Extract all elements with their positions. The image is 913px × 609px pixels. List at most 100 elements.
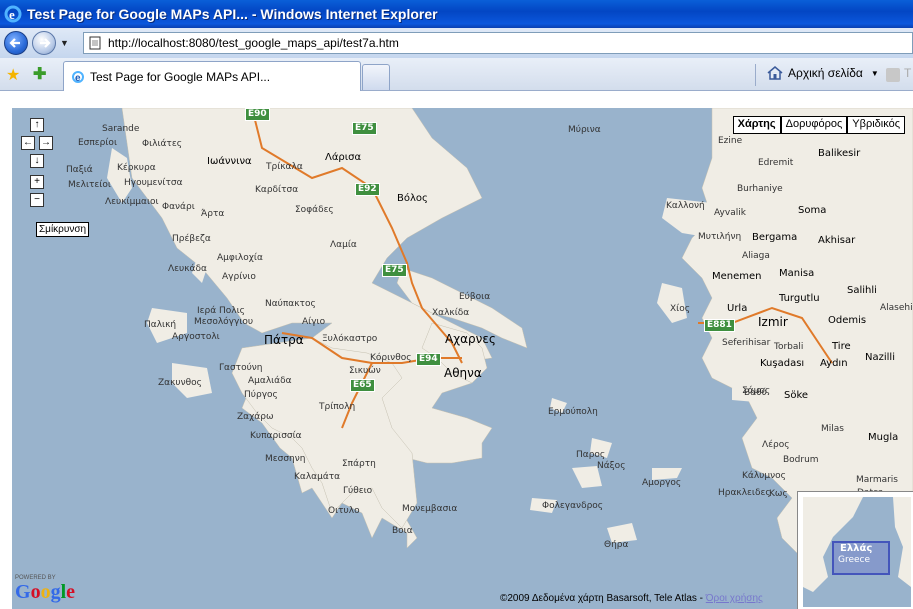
map-label: Milas [821, 424, 844, 434]
map-label: Αθηνα [444, 366, 482, 380]
map-label: Ηρακλειδες [718, 488, 771, 498]
address-toolbar: ▼ http://localhost:8080/test_google_maps… [0, 28, 913, 58]
map-label: Ιερά Πολις [197, 306, 245, 316]
map-label: Menemen [712, 271, 762, 282]
map-label: Καλαμάτα [294, 472, 341, 482]
home-dropdown-icon[interactable]: ▼ [871, 69, 879, 78]
pan-left-button[interactable]: ← [21, 136, 35, 150]
page-icon [89, 36, 101, 50]
toolbar-overflow-label: Τ [904, 66, 912, 80]
overview-label-greece: Greece [838, 555, 871, 565]
google-map[interactable]: E90 E75 E92 E75 E94 E65 E881 Sarande Εσπ… [12, 108, 913, 609]
address-text: http://localhost:8080/test_google_maps_a… [108, 36, 399, 50]
map-label: Βαθύ [744, 388, 767, 398]
home-button[interactable]: Αρχική σελίδα ▼ [766, 64, 879, 82]
favorites-star-icon[interactable]: ★ [6, 65, 20, 85]
map-type-hybrid-button[interactable]: Υβριδικός [847, 116, 905, 134]
road-shield: E94 [416, 353, 441, 366]
road-shield: E90 [245, 108, 270, 121]
map-label: Salihli [847, 285, 877, 296]
map-label: Παρος [576, 450, 606, 460]
map-label: Edremit [758, 158, 794, 168]
map-label: Tire [832, 341, 851, 352]
map-type-satellite-button[interactable]: Δορυφόρος [780, 116, 848, 134]
tab-label: Test Page for Google MAPs API... [90, 69, 271, 84]
map-type-map-button[interactable]: Χάρτης [732, 116, 781, 134]
google-logo[interactable]: POWERED BY Google [15, 575, 75, 604]
map-label: Πρέβεζα [172, 234, 211, 244]
svg-text:e: e [9, 7, 15, 22]
pan-right-button[interactable]: → [39, 136, 53, 150]
tab-current[interactable]: e Test Page for Google MAPs API... [63, 61, 361, 91]
overview-viewport[interactable]: Ελλάς Greece [832, 541, 890, 575]
map-label: Αγρίνιο [222, 272, 256, 282]
map-label: Σοφάδες [295, 205, 334, 215]
map-label: Aliaga [742, 251, 770, 261]
map-label: Kuşadası [760, 358, 805, 369]
map-label: Νάξος [597, 461, 626, 471]
title-bar: e Test Page for Google MAPs API... - Win… [0, 0, 913, 28]
home-icon [767, 66, 783, 80]
map-label: Mugla [868, 432, 899, 443]
map-label: Μονεμβασια [402, 504, 458, 514]
map-label: Izmir [758, 315, 788, 329]
map-label: Akhisar [818, 235, 856, 246]
road-shield: E92 [355, 183, 380, 196]
map-label: Καρδίτσα [255, 185, 299, 195]
map-type-control: Χάρτης Δορυφόρος Υβριδικός [732, 116, 905, 134]
map-label: Burhaniye [737, 184, 783, 194]
map-label: Bodrum [783, 455, 819, 465]
map-label: Αμοργος [642, 478, 682, 488]
map-label: Alasehir [880, 303, 913, 313]
pan-down-button[interactable]: ↓ [30, 154, 44, 168]
map-label: Manisa [779, 268, 815, 279]
map-label: Marmaris [856, 475, 898, 485]
map-label: Χαλκίδα [432, 308, 470, 318]
window-title: Test Page for Google MAPs API... - Windo… [27, 6, 438, 22]
map-label: Λευκίμμαιοι [105, 197, 159, 207]
zoom-in-button[interactable]: + [30, 175, 44, 189]
forward-button[interactable] [32, 31, 56, 55]
map-label: Φιλιάτες [142, 139, 182, 149]
map-label: Torbali [774, 342, 804, 352]
terms-link[interactable]: Όροι χρήσης [706, 593, 763, 604]
map-label: Ξυλόκαστρο [322, 334, 378, 344]
zoom-out-button[interactable]: − [30, 193, 44, 207]
copyright-label: ©2009 Δεδομένα χάρτη Basarsoft, Tele Atl… [500, 593, 706, 604]
new-tab-button[interactable] [362, 64, 390, 90]
rss-feed-icon[interactable] [886, 68, 900, 82]
map-label: Κόρινθος [370, 353, 412, 363]
map-label: Παξιά [66, 165, 93, 175]
map-label: Soma [798, 205, 827, 216]
add-favorites-icon[interactable]: ✚ [33, 64, 46, 84]
map-label: Πύργος [244, 390, 278, 400]
svg-text:e: e [75, 73, 81, 84]
back-button[interactable] [4, 31, 28, 55]
map-label: Άρτα [201, 209, 225, 219]
map-label: Αμαλιάδα [248, 376, 292, 386]
road-shield: E75 [352, 122, 377, 135]
overview-map[interactable]: Ελλάς Greece [797, 491, 913, 609]
history-dropdown-icon[interactable]: ▼ [60, 38, 70, 48]
map-label: Nazilli [865, 352, 895, 363]
map-label: Odemis [828, 315, 867, 326]
map-label: Οιτυλο [328, 506, 360, 516]
map-label: Ναύπακτος [265, 299, 316, 309]
map-label: Aydın [820, 358, 848, 369]
address-bar[interactable]: http://localhost:8080/test_google_maps_a… [83, 32, 913, 54]
copyright-text: ©2009 Δεδομένα χάρτη Basarsoft, Tele Atl… [500, 593, 763, 604]
map-label: Μελιτείοι [68, 180, 111, 190]
map-label: Πάτρα [264, 333, 304, 347]
map-label: Κως [769, 489, 788, 499]
overview-map-view: Ελλάς Greece [803, 497, 911, 607]
map-label: Κέρκυρα [117, 163, 156, 173]
map-label: Λευκάδα [168, 264, 207, 274]
map-label: Αμφιλοχία [217, 253, 263, 263]
map-label: Ερμούπολη [548, 407, 598, 417]
map-label: Μεσσηνη [265, 454, 306, 464]
map-label: Turgutlu [779, 293, 820, 304]
map-label: Γύθειο [343, 486, 373, 496]
map-label: Söke [784, 390, 809, 401]
map-label: Φολεγανδρος [542, 501, 604, 511]
pan-up-button[interactable]: ↑ [30, 118, 44, 132]
